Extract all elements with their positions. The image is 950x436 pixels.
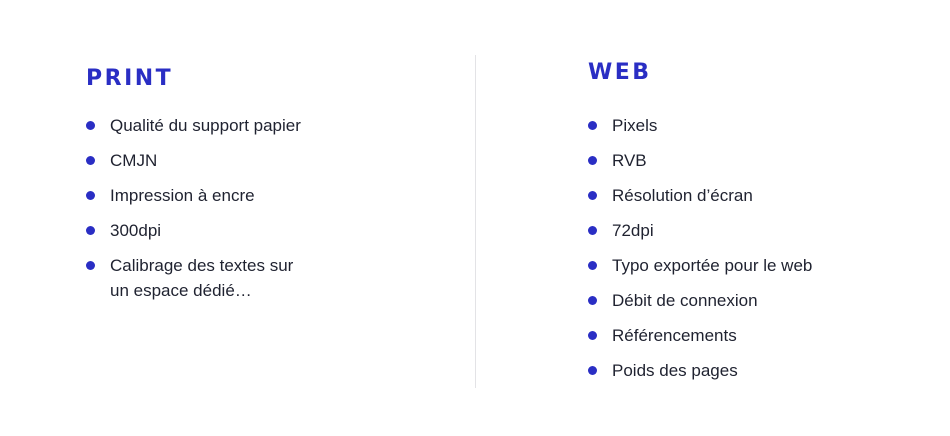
bullet-dot-icon [588, 156, 597, 165]
web-item-text: Résolution d’écran [612, 186, 753, 205]
web-list-item: Résolution d’écran [588, 183, 908, 208]
web-item-text: Référencements [612, 326, 737, 345]
bullet-dot-icon [588, 296, 597, 305]
bullet-dot-icon [86, 121, 95, 130]
print-item-text: CMJN [110, 151, 158, 170]
bullet-dot-icon [588, 331, 597, 340]
print-item-text: Impression à encre [110, 186, 255, 205]
web-list-item: Typo exportée pour le web [588, 253, 908, 278]
web-item-text: Débit de connexion [612, 291, 758, 310]
bullet-dot-icon [86, 226, 95, 235]
bullet-dot-icon [588, 366, 597, 375]
web-list-item: 72dpi [588, 218, 908, 243]
web-heading: WEB [588, 60, 652, 85]
print-item-text: Qualité du support papier [110, 116, 301, 135]
web-item-text: RVB [612, 151, 647, 170]
web-list-item: Référencements [588, 323, 908, 348]
column-divider [475, 55, 476, 388]
web-item-text: Poids des pages [612, 361, 738, 380]
print-item-text: Calibrage des textes sur un espace dédié… [110, 256, 294, 300]
web-list-item: Débit de connexion [588, 288, 908, 313]
print-item-text: 300dpi [110, 221, 162, 240]
bullet-dot-icon [588, 191, 597, 200]
web-list-item: Pixels [588, 113, 908, 138]
web-item-text: Pixels [612, 116, 658, 135]
print-list: Qualité du support papier CMJN Impressio… [86, 113, 426, 303]
bullet-dot-icon [588, 121, 597, 130]
print-list-item: Impression à encre [86, 183, 426, 208]
bullet-dot-icon [86, 191, 95, 200]
bullet-dot-icon [588, 261, 597, 270]
print-column: PRINT Qualité du support papier CMJN Imp… [86, 64, 426, 313]
web-list-item: Poids des pages [588, 358, 908, 383]
print-list-item: 300dpi [86, 218, 426, 243]
bullet-dot-icon [86, 156, 95, 165]
bullet-dot-icon [588, 226, 597, 235]
print-list-item: Calibrage des textes sur un espace dédié… [86, 253, 426, 303]
web-item-text: Typo exportée pour le web [612, 256, 813, 275]
print-heading: PRINT [86, 66, 174, 91]
web-list: Pixels RVB Résolution d’écran 72dpi Typo… [588, 113, 908, 383]
print-list-item: Qualité du support papier [86, 113, 426, 138]
print-list-item: CMJN [86, 148, 426, 173]
bullet-dot-icon [86, 261, 95, 270]
web-list-item: RVB [588, 148, 908, 173]
web-item-text: 72dpi [612, 221, 654, 240]
web-column: WEB Pixels RVB Résolution d’écran 72dpi … [588, 58, 908, 393]
